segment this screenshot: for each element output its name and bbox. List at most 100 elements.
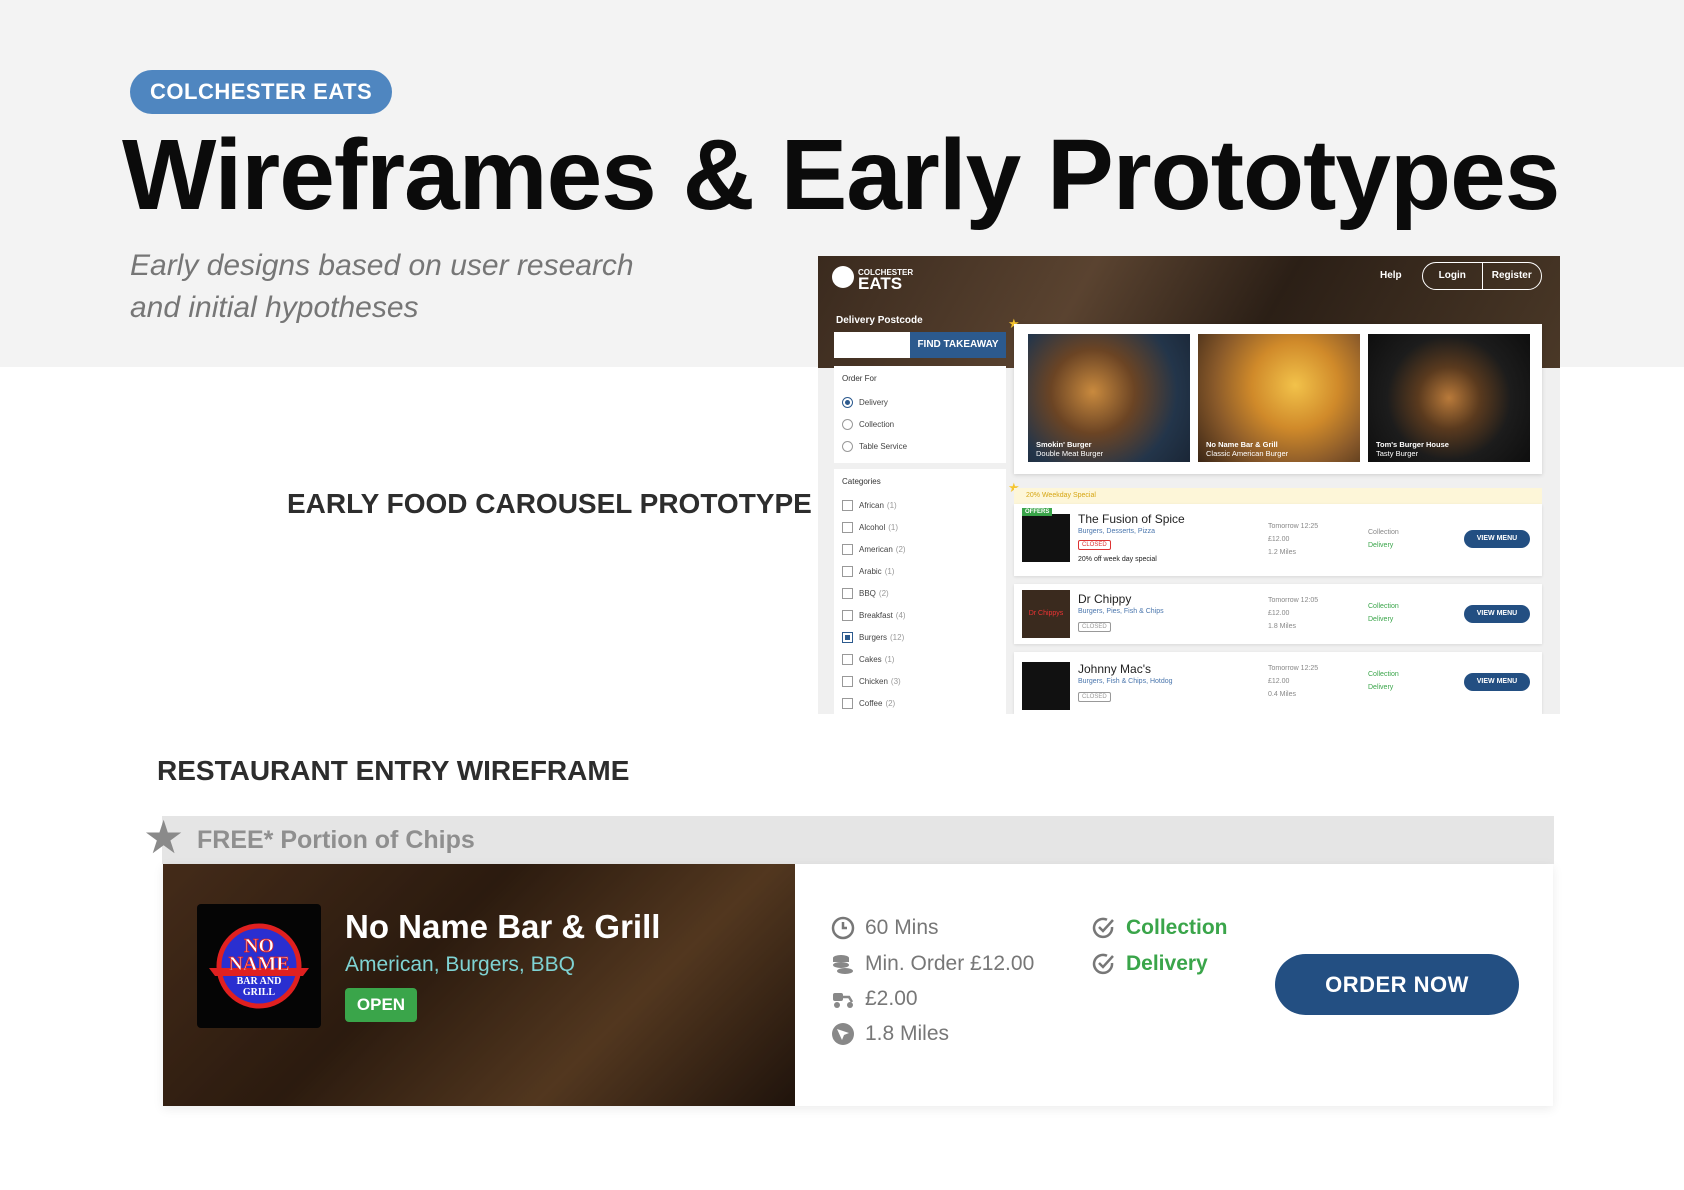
tile-caption: No Name Bar & Grill Classic American Burg… <box>1206 440 1288 458</box>
tile-caption: Tom's Burger House Tasty Burger <box>1376 440 1449 458</box>
restaurant-services: Collection Delivery <box>1368 668 1399 694</box>
min-order-text: Min. Order £12.00 <box>865 952 1035 975</box>
category-checkbox[interactable]: BBQ (2) <box>842 582 998 604</box>
radio-table-service[interactable]: Table Service <box>842 435 998 457</box>
checkbox-icon <box>842 675 853 687</box>
restaurant-thumb <box>1022 662 1070 710</box>
open-status-badge: OPEN <box>345 988 417 1022</box>
postcode-label: Delivery Postcode <box>836 315 923 326</box>
delivery-text: Delivery <box>1368 542 1394 549</box>
category-checkbox[interactable]: Burgers (12) <box>842 626 998 648</box>
distance-info: 1.8 Miles <box>831 1022 949 1046</box>
radio-icon <box>842 396 853 408</box>
option-label: Collection <box>859 419 895 429</box>
restaurant-row: Dr Chippys Dr Chippy Burgers, Pies, Fish… <box>1014 584 1542 644</box>
slide: COLCHESTER EATS Wireframes & Early Proto… <box>0 0 1684 1190</box>
option-label: Delivery <box>859 397 888 407</box>
category-checkbox[interactable]: Chicken (3) <box>842 670 998 692</box>
help-link[interactable]: Help <box>1380 270 1402 281</box>
carousel-tile[interactable]: No Name Bar & Grill Classic American Burg… <box>1198 334 1360 462</box>
order-now-button[interactable]: ORDER NOW <box>1275 954 1519 1015</box>
category-label: Arabic <box>859 566 882 576</box>
category-count: (1) <box>886 500 897 510</box>
distance-text: 0.4 Miles <box>1268 691 1297 698</box>
category-count: (3) <box>890 676 901 686</box>
category-count: (12) <box>890 632 905 642</box>
checkbox-icon <box>842 587 853 599</box>
collection-text: Collection <box>1368 671 1399 678</box>
distance-text: 1.8 Miles <box>865 1022 950 1045</box>
category-checkbox[interactable]: American (2) <box>842 538 998 560</box>
category-count: (1) <box>884 566 895 576</box>
checkbox-icon <box>842 521 853 533</box>
location-arrow-icon <box>832 1023 854 1045</box>
collection-text: Collection <box>1368 529 1399 536</box>
category-label: Burgers <box>859 632 888 642</box>
restaurant-thumb: Dr Chippys <box>1022 590 1070 638</box>
check-circle-icon <box>1092 917 1114 939</box>
radio-collection[interactable]: Collection <box>842 413 998 435</box>
offers-badge: OFFERS <box>1022 508 1053 516</box>
time-text: Tomorrow 12:25 <box>1268 523 1319 530</box>
category-label: Alcohol <box>859 522 886 532</box>
clock-icon <box>831 916 855 940</box>
restaurant-row: Johnny Mac's Burgers, Fish & Chips, Hotd… <box>1014 652 1542 714</box>
category-checkbox[interactable]: African (1) <box>842 494 998 516</box>
restaurant-cuisine: Burgers, Fish & Chips, Hotdog <box>1078 678 1173 685</box>
logo-word: GRILL <box>243 987 276 998</box>
collection-text: Collection <box>1126 916 1228 939</box>
view-menu-button[interactable]: VIEW MENU <box>1464 673 1530 691</box>
category-checkbox[interactable]: Arabic (1) <box>842 560 998 582</box>
time-info: 60 Mins <box>831 916 939 940</box>
category-label: African <box>859 500 884 510</box>
categories-heading: Categories <box>842 477 881 486</box>
category-checkbox[interactable]: Breakfast (4) <box>842 604 998 626</box>
restaurant-name: Johnny Mac's <box>1078 662 1151 676</box>
special-banner: 20% Weekday Special <box>1014 488 1542 504</box>
carousel-tile[interactable]: Smokin' Burger Double Meat Burger <box>1028 334 1190 462</box>
category-label: Coffee <box>859 698 883 708</box>
restaurant-logo: NO NAME BAR AND GRILL <box>197 904 321 1028</box>
view-menu-button[interactable]: VIEW MENU <box>1464 605 1530 623</box>
brand-pill: COLCHESTER EATS <box>130 70 393 114</box>
category-count: (4) <box>895 610 906 620</box>
distance-text: 1.8 Miles <box>1268 623 1297 630</box>
page-title: Wireframes & Early Prototypes <box>122 119 1560 231</box>
option-label: Table Service <box>859 441 908 451</box>
min-text: £12.00 <box>1268 678 1290 685</box>
restaurant-cover-image: NO NAME BAR AND GRILL No Name Bar & Gril… <box>163 864 795 1106</box>
category-checkbox[interactable]: Coffee (2) <box>842 692 998 714</box>
register-button[interactable]: Register <box>1483 263 1542 289</box>
restaurant-thumb <box>1022 514 1070 562</box>
radio-delivery[interactable]: Delivery <box>842 391 998 413</box>
restaurant-entry-card[interactable]: NO NAME BAR AND GRILL No Name Bar & Gril… <box>163 864 1553 1106</box>
category-count: (2) <box>878 588 889 598</box>
restaurant-meta: Tomorrow 12:25 £12.00 0.4 Miles <box>1268 662 1318 701</box>
category-checkbox[interactable]: Alcohol (1) <box>842 516 998 538</box>
postcode-input[interactable] <box>834 332 910 358</box>
carousel-tile[interactable]: Tom's Burger House Tasty Burger <box>1368 334 1530 462</box>
deal-text: 20% off week day special <box>1078 556 1157 563</box>
status-badge: CLOSED <box>1078 622 1111 632</box>
view-menu-button[interactable]: VIEW MENU <box>1464 530 1530 548</box>
promo-text: FREE* Portion of Chips <box>197 826 475 854</box>
tile-restaurant: Tom's Burger House <box>1376 440 1449 449</box>
radio-icon <box>842 440 853 452</box>
logo-text-big: EATS <box>858 274 903 293</box>
find-takeaway-button[interactable]: FIND TAKEAWAY <box>910 332 1006 358</box>
login-button[interactable]: Login <box>1423 263 1483 289</box>
min-text: £12.00 <box>1268 610 1290 617</box>
tile-dish: Tasty Burger <box>1376 449 1419 458</box>
tile-dish: Classic American Burger <box>1206 449 1289 458</box>
category-checkbox[interactable]: Cakes (1) <box>842 648 998 670</box>
status-badge: CLOSED <box>1078 692 1111 702</box>
scooter-icon <box>833 993 854 1008</box>
restaurant-services: Collection Delivery <box>1368 526 1399 552</box>
check-circle-icon <box>1092 953 1114 975</box>
collection-text: Collection <box>1368 603 1399 610</box>
checkbox-icon <box>842 609 853 621</box>
category-label: Cakes <box>859 654 882 664</box>
order-for-box: Order For Delivery Collection Table Serv… <box>834 366 1006 463</box>
tile-restaurant: No Name Bar & Grill <box>1206 440 1278 449</box>
checkbox-icon <box>842 631 853 643</box>
